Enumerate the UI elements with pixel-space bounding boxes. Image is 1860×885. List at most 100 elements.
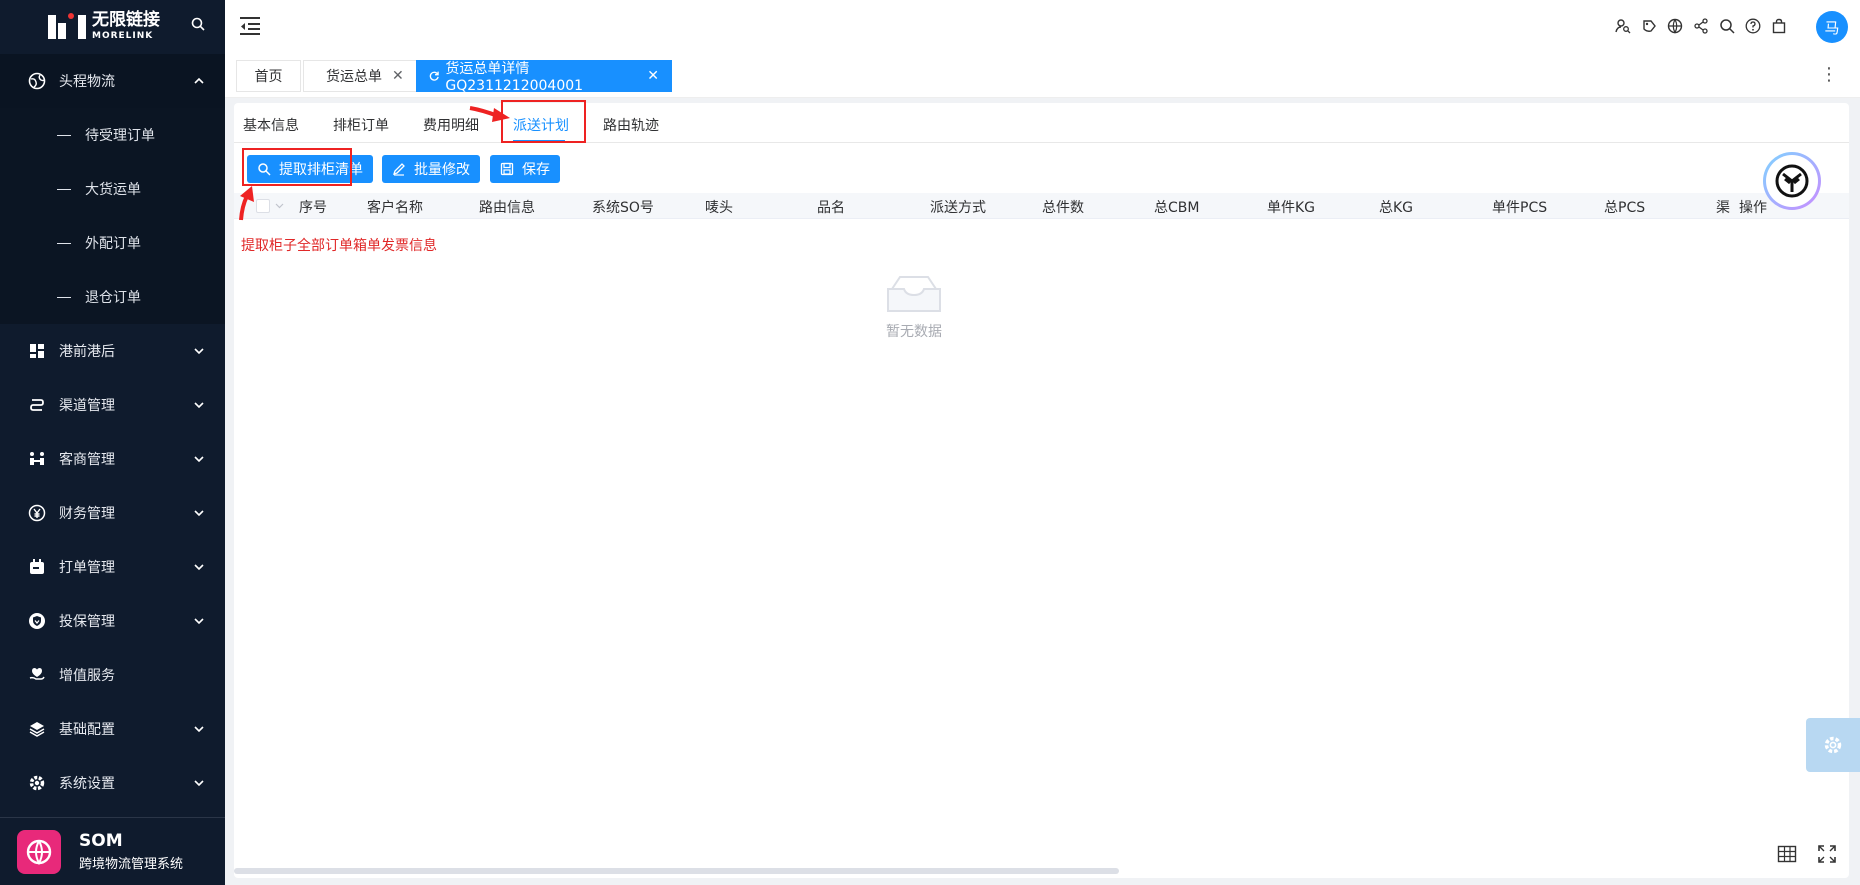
chevron-down-icon	[194, 402, 204, 409]
close-icon[interactable]: ✕	[392, 68, 404, 84]
tab-home[interactable]: 首页	[236, 60, 301, 92]
chevron-down-icon[interactable]	[275, 201, 284, 210]
column-header[interactable]: 品名	[817, 197, 845, 217]
tab-freight-master[interactable]: 货运总单 ✕	[303, 60, 417, 92]
sidebar-subitem-return-orders[interactable]: 退仓订单	[0, 270, 225, 324]
sidebar-item-label: 增值服务	[59, 668, 115, 684]
column-header[interactable]: 派送方式	[930, 197, 986, 217]
top-bar: 马	[225, 0, 1860, 54]
horizontal-scrollbar[interactable]	[234, 868, 1119, 874]
column-header[interactable]: 总件数	[1042, 197, 1084, 217]
sidebar-subitem-label: 外配订单	[85, 236, 141, 252]
sidebar-item-label: 财务管理	[59, 506, 115, 522]
sidebar-subitem-bulk-waybill[interactable]: 大货运单	[0, 162, 225, 216]
table-header: 序号 客户名称 路由信息 系统SO号 唛头 品名 派送方式 总件数 总CBM 单…	[234, 193, 1849, 219]
column-header[interactable]: 总PCS	[1604, 197, 1645, 217]
settings-float-button[interactable]	[1806, 718, 1860, 772]
empty-inbox-icon	[887, 276, 941, 312]
sidebar-item-value-added[interactable]: 增值服务	[0, 648, 225, 702]
sidebar-item-label: 港前港后	[59, 344, 115, 360]
column-header[interactable]: 操作	[1739, 197, 1767, 217]
help-icon[interactable]	[1744, 17, 1762, 35]
table-icon[interactable]	[1777, 844, 1797, 864]
footer-title: SOM	[79, 831, 123, 851]
chevron-down-icon	[194, 348, 204, 355]
sidebar-subitem-pending-orders[interactable]: 待受理订单	[0, 108, 225, 162]
sidebar-item-basic-config[interactable]: 基础配置	[0, 702, 225, 756]
globe-icon	[27, 71, 47, 91]
tag-icon[interactable]	[1640, 17, 1658, 35]
chevron-down-icon	[194, 510, 204, 517]
button-label: 批量修改	[414, 162, 470, 178]
avatar[interactable]: 马	[1816, 11, 1848, 43]
shield-icon	[27, 611, 47, 631]
empty-text: 暂无数据	[886, 324, 942, 340]
column-header[interactable]: 客户名称	[367, 197, 423, 217]
som-logo-icon	[17, 829, 61, 874]
refresh-icon[interactable]	[429, 70, 439, 82]
save-icon	[500, 162, 514, 176]
tabs-bar: 首页 货运总单 ✕ 货运总单详情GQ2311212004001 ✕ ⋮	[225, 54, 1860, 98]
sidebar-item-label: 渠道管理	[59, 398, 115, 414]
logo[interactable]: 无限链接 MORELINK	[0, 0, 225, 52]
submenu-head-logistics: 待受理订单 大货运单 外配订单 退仓订单	[0, 108, 225, 324]
layers-icon	[27, 719, 47, 739]
sidebar-item-system-settings[interactable]: 系统设置	[0, 756, 225, 810]
sidebar-item-label: 系统设置	[59, 776, 115, 792]
sidebar-subitem-external-orders[interactable]: 外配订单	[0, 216, 225, 270]
column-header[interactable]: 单件KG	[1267, 197, 1315, 217]
column-header[interactable]: 总CBM	[1154, 197, 1199, 217]
close-icon[interactable]: ✕	[647, 68, 659, 84]
heart-hand-icon	[27, 665, 47, 685]
sidebar-search-icon[interactable]	[191, 17, 205, 31]
assistant-badge[interactable]	[1763, 152, 1821, 210]
red-arrow-annotation	[469, 106, 510, 122]
sidebar-subitem-label: 大货运单	[85, 182, 141, 198]
batch-edit-button[interactable]: 批量修改	[382, 155, 480, 183]
annotation-text: 提取柜子全部订单箱单发票信息	[241, 238, 437, 254]
globe-icon[interactable]	[1666, 17, 1684, 35]
sidebar-item-finance[interactable]: 财务管理	[0, 486, 225, 540]
column-header[interactable]: 渠	[1716, 197, 1730, 217]
route-icon	[27, 395, 47, 415]
column-header[interactable]: 唛头	[705, 197, 733, 217]
column-header[interactable]: 系统SO号	[592, 197, 654, 217]
chevron-down-icon	[194, 564, 204, 571]
empty-state: 暂无数据	[864, 273, 964, 341]
subtab-route-track[interactable]: 路由轨迹	[603, 115, 659, 135]
grid-icon	[27, 341, 47, 361]
chevron-up-icon	[194, 77, 204, 84]
sidebar-item-print[interactable]: 打单管理	[0, 540, 225, 594]
sidebar-item-label: 头程物流	[59, 74, 115, 90]
column-header[interactable]: 总KG	[1379, 197, 1413, 217]
sidebar-footer: SOM 跨境物流管理系统	[0, 817, 225, 885]
subtab-basic-info[interactable]: 基本信息	[243, 115, 299, 135]
sidebar-item-label: 基础配置	[59, 722, 115, 738]
sidebar-item-head-logistics[interactable]: 头程物流	[0, 54, 225, 108]
share-icon[interactable]	[1692, 17, 1710, 35]
chevron-down-icon	[194, 456, 204, 463]
bag-icon[interactable]	[1770, 17, 1788, 35]
chevron-down-icon	[194, 780, 204, 787]
menu-collapse-icon[interactable]	[239, 16, 261, 36]
highlight-box-delivery-tab	[501, 100, 586, 143]
save-button[interactable]: 保存	[490, 155, 560, 183]
sidebar-item-label: 打单管理	[59, 560, 115, 576]
column-header[interactable]: 序号	[299, 197, 327, 217]
sidebar-item-channel[interactable]: 渠道管理	[0, 378, 225, 432]
sidebar-subitem-label: 待受理订单	[85, 128, 155, 144]
user-search-icon[interactable]	[1614, 17, 1632, 35]
sidebar-item-merchants[interactable]: 客商管理	[0, 432, 225, 486]
tab-freight-detail[interactable]: 货运总单详情GQ2311212004001 ✕	[416, 60, 672, 94]
more-vertical-icon[interactable]: ⋮	[1820, 66, 1838, 84]
gear-icon	[1824, 736, 1842, 754]
subtab-cabinet-orders[interactable]: 排柜订单	[333, 115, 389, 135]
chevron-down-icon	[194, 726, 204, 733]
sidebar-item-port[interactable]: 港前港后	[0, 324, 225, 378]
main-card: 基本信息 排柜订单 费用明细 派送计划 路由轨迹 提取排柜清单 批量修改 保存 …	[234, 100, 1849, 878]
sidebar-item-insurance[interactable]: 投保管理	[0, 594, 225, 648]
search-icon[interactable]	[1718, 17, 1736, 35]
column-header[interactable]: 路由信息	[479, 197, 535, 217]
fullscreen-icon[interactable]	[1817, 844, 1837, 864]
column-header[interactable]: 单件PCS	[1492, 197, 1547, 217]
